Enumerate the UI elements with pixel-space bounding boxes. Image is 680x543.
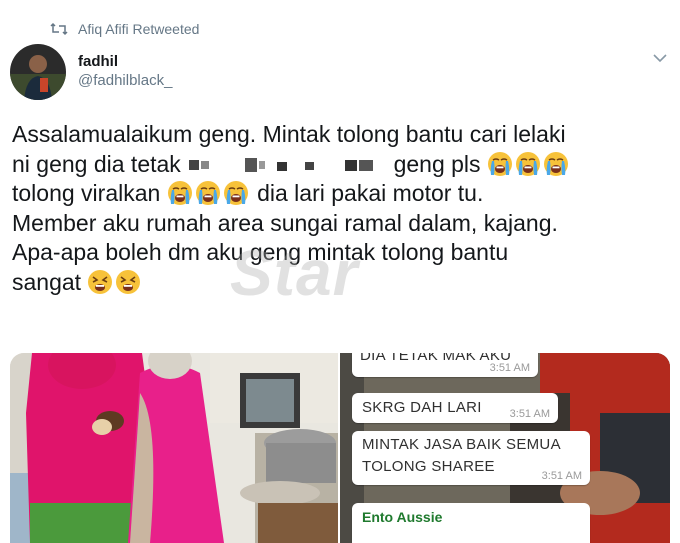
chat-bubble-sender: Ento Aussie <box>352 503 590 543</box>
retweet-context[interactable]: Afiq Afifi Retweeted <box>50 18 199 40</box>
tweet-line-3-start: tolong viralkan <box>12 180 161 206</box>
chat-time: 3:51 AM <box>541 470 582 482</box>
loudly-crying-face-emoji <box>223 180 249 206</box>
chat-bubble-partial: DIA TETAK MAK AKU 3:51 AM <box>352 353 538 377</box>
chat-message-line-1: MINTAK JASA BAIK SEMUA <box>362 436 561 453</box>
watermark: Star <box>230 237 359 309</box>
chat-time: 3:51 AM <box>509 408 550 420</box>
chat-sender: Ento Aussie <box>362 509 443 525</box>
tired-face-emoji <box>115 269 141 295</box>
loudly-crying-face-emoji <box>487 151 513 177</box>
tweet-line-1: Assalamualaikum geng. Mintak tolong bant… <box>12 121 566 147</box>
photo-image <box>10 353 338 543</box>
tweet-line-2-start: ni geng dia tetak <box>12 150 181 177</box>
tweet-line-4: Member aku rumah area sungai ramal dalam… <box>12 209 558 236</box>
tweet-line-2-end: geng pls <box>393 150 481 177</box>
photo-people[interactable] <box>10 353 338 543</box>
chat-bubble: SKRG DAH LARI 3:51 AM <box>352 393 558 423</box>
tweet-line-3-end: dia lari pakai motor tu. <box>257 180 484 206</box>
retweet-label: Afiq Afifi Retweeted <box>78 21 200 37</box>
retweet-icon <box>50 22 68 36</box>
loudly-crying-face-emoji <box>543 151 569 177</box>
tweet-media[interactable]: DIA TETAK MAK AKU 3:51 AM SKRG DAH LARI … <box>10 353 670 543</box>
censored-text <box>189 157 374 172</box>
avatar[interactable] <box>10 44 66 100</box>
user-info[interactable]: fadhil @fadhilblack_ <box>78 52 172 91</box>
tweet-line-6: sangat <box>12 268 82 295</box>
whatsapp-screenshot[interactable]: DIA TETAK MAK AKU 3:51 AM SKRG DAH LARI … <box>340 353 670 543</box>
loudly-crying-face-emoji <box>167 180 193 206</box>
display-name[interactable]: fadhil <box>78 52 172 71</box>
loudly-crying-face-emoji <box>195 180 221 206</box>
chat-bubble: MINTAK JASA BAIK SEMUA TOLONG SHAREE 3:5… <box>352 431 590 485</box>
tired-face-emoji <box>87 269 113 295</box>
loudly-crying-face-emoji <box>515 151 541 177</box>
user-handle[interactable]: @fadhilblack_ <box>78 71 172 91</box>
chevron-down-icon[interactable] <box>652 52 668 64</box>
